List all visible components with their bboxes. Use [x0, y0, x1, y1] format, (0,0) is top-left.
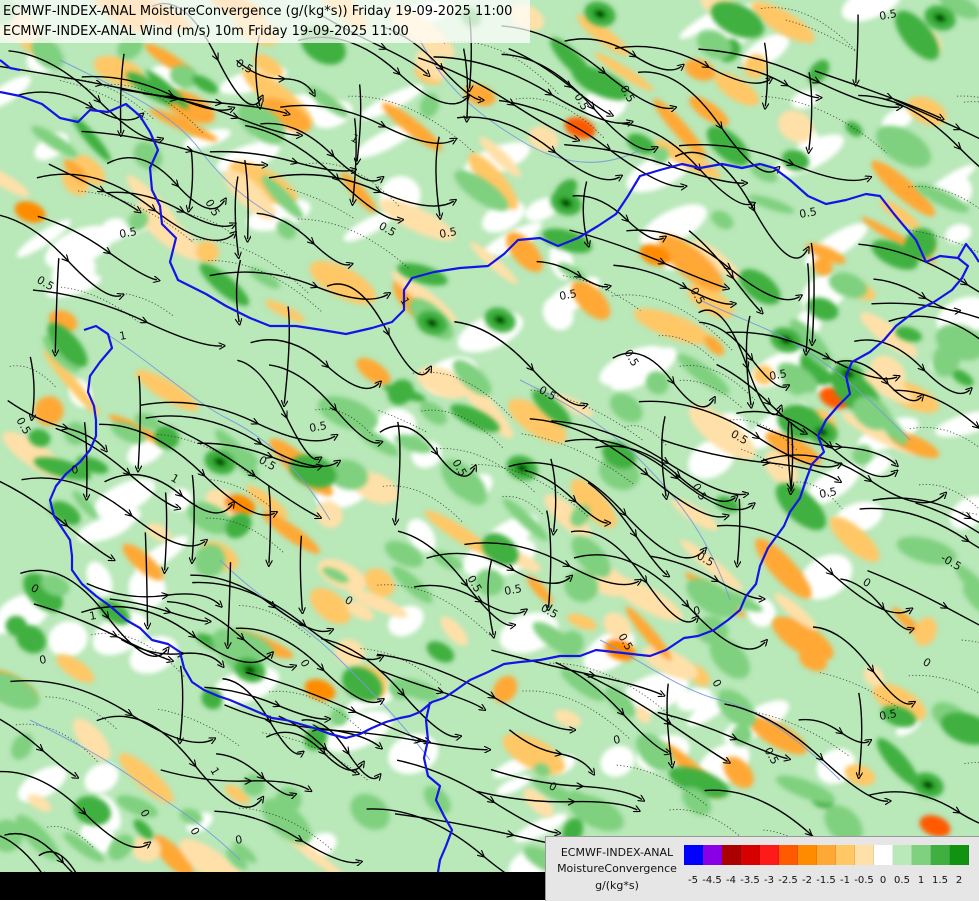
legend-tick: 0: [879, 875, 887, 886]
legend-swatch: [855, 845, 874, 865]
legend-model-name: ECMWF-INDEX-ANAL: [560, 846, 674, 859]
legend-swatch: [931, 845, 950, 865]
legend-tick: -1.5: [816, 875, 836, 886]
legend-tick: -4.5: [702, 875, 722, 886]
legend-unit: g/(kg*s): [595, 879, 639, 892]
legend-tick: 1.5: [932, 875, 948, 886]
legend-swatch: [722, 845, 741, 865]
legend-swatch: [741, 845, 760, 865]
moisture-convergence-map: 0.50.50.50.50.50.50.50.50.50.50.50.50.50…: [0, 0, 979, 900]
legend-tick: -3: [764, 875, 774, 886]
legend-tick: -2.5: [778, 875, 798, 886]
map-title-moisture-convergence: ECMWF-INDEX-ANAL MoistureConvergence (g/…: [3, 4, 513, 19]
legend-tick: -0.5: [854, 875, 874, 886]
legend-tick: -4: [726, 875, 736, 886]
legend-swatch: [817, 845, 836, 865]
legend-tick: 1: [917, 875, 925, 886]
legend-swatch: [912, 845, 931, 865]
legend-swatch: [760, 845, 779, 865]
map-title-panel: ECMWF-INDEX-ANAL MoistureConvergence (g/…: [0, 0, 530, 43]
map-title-wind: ECMWF-INDEX-ANAL Wind (m/s) 10m Friday 1…: [3, 24, 409, 39]
legend-tick: 2: [955, 875, 963, 886]
legend-swatch: [684, 845, 703, 865]
legend-tick: -2: [802, 875, 812, 886]
legend-color-scale: [684, 845, 969, 865]
legend-tick: -5: [688, 875, 698, 886]
legend-swatch: [779, 845, 798, 865]
legend-swatch: [874, 845, 893, 865]
legend-swatch: [893, 845, 912, 865]
color-legend: ECMWF-INDEX-ANAL MoistureConvergence g/(…: [545, 836, 979, 901]
legend-parameter-name: MoistureConvergence: [557, 862, 677, 875]
legend-swatch: [950, 845, 969, 865]
legend-swatch: [798, 845, 817, 865]
legend-swatch: [703, 845, 722, 865]
legend-tick: 0.5: [894, 875, 910, 886]
legend-tick: -1: [840, 875, 850, 886]
legend-tick: -3.5: [740, 875, 760, 886]
legend-swatch: [836, 845, 855, 865]
